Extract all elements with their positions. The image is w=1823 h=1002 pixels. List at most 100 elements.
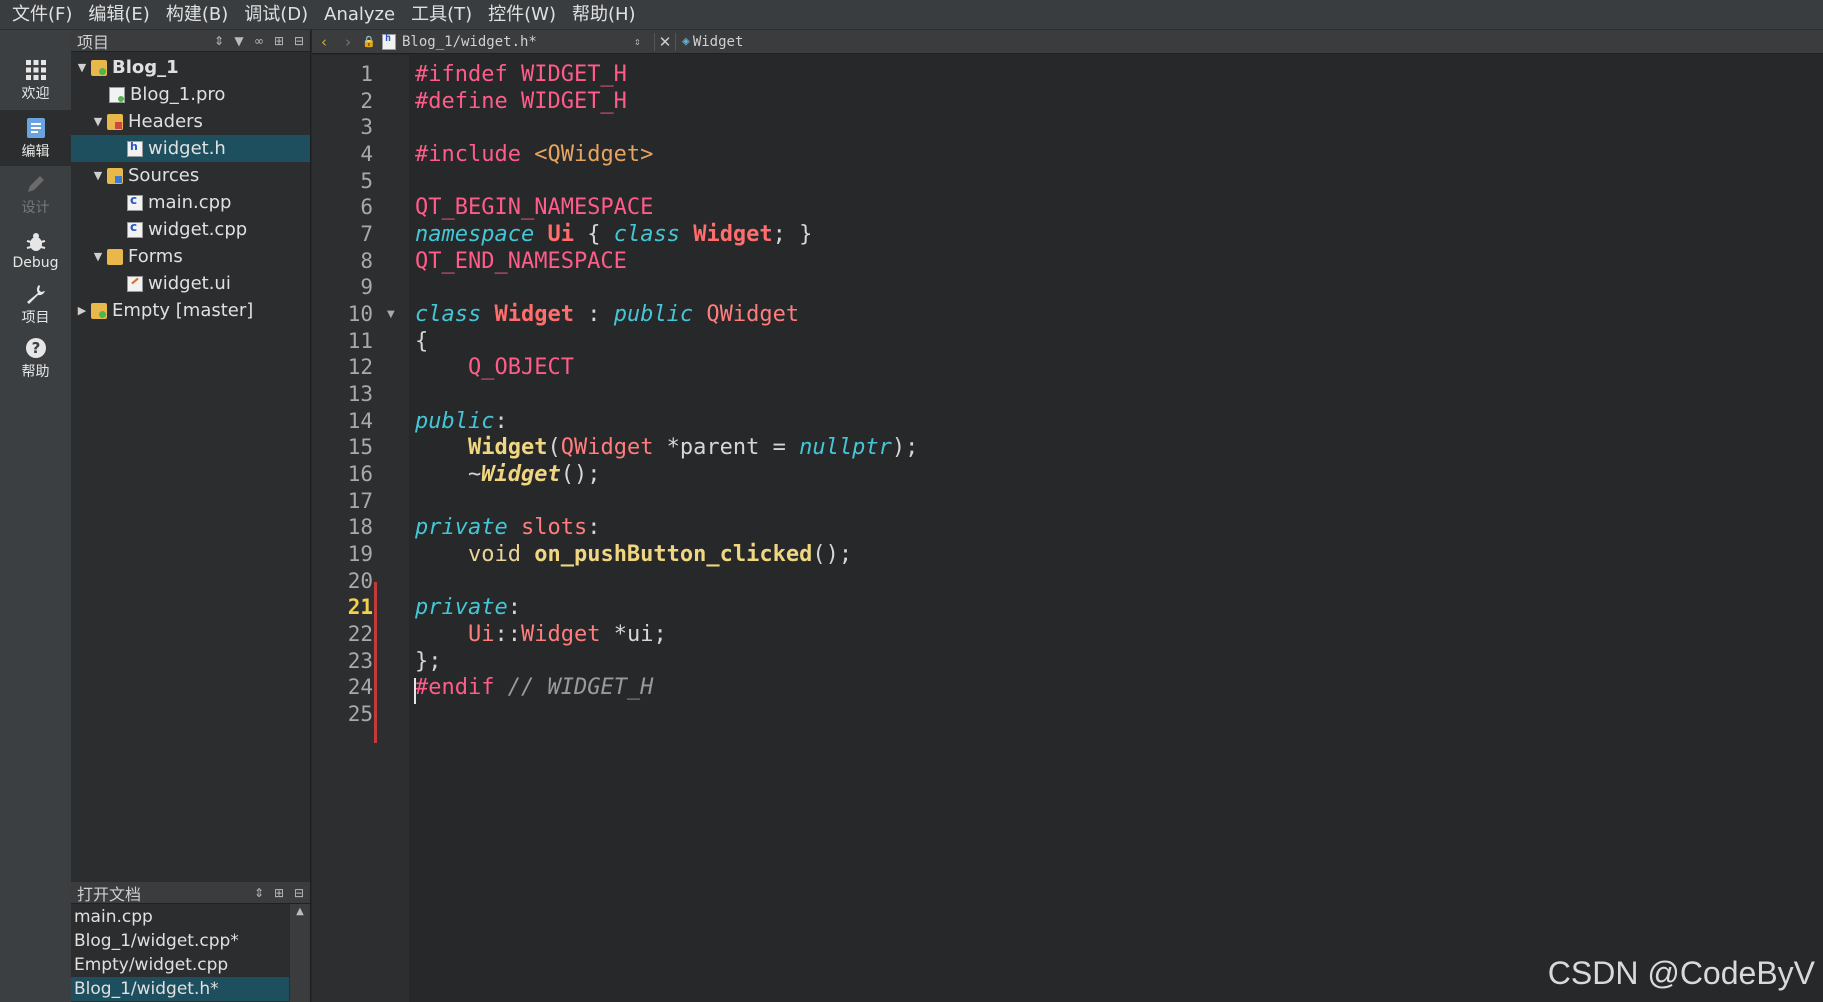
code-line-22: Ui::Widget *ui; bbox=[415, 619, 667, 650]
split-icon[interactable]: ⊞ bbox=[272, 886, 286, 900]
open-documents-header: 打开文档 ⇕ ⊞ ⊟ bbox=[71, 882, 310, 904]
token: void bbox=[467, 542, 521, 567]
cpp-file-icon bbox=[127, 220, 143, 238]
close-document-icon[interactable]: ✕ bbox=[654, 32, 676, 51]
tree-item-label: Headers bbox=[128, 111, 203, 132]
tree-item-forms[interactable]: ▼ Forms bbox=[71, 243, 310, 270]
tree-item-blog1[interactable]: ▼ Blog_1 bbox=[71, 54, 310, 81]
symbol-selector[interactable]: ◈ Widget bbox=[676, 34, 743, 50]
tree-item-headers[interactable]: ▼ Headers bbox=[71, 108, 310, 135]
expanded-arrow-icon[interactable]: ▼ bbox=[91, 169, 105, 182]
code-line-8: QT_END_NAMESPACE bbox=[415, 246, 627, 277]
expanded-arrow-icon[interactable]: ▼ bbox=[91, 250, 105, 263]
updown-icon: ⇕ bbox=[634, 35, 641, 48]
line-number: 25 bbox=[347, 702, 373, 726]
menu-bar: 文件(F) 编辑(E) 构建(B) 调试(D) Analyze 工具(T) 控件… bbox=[0, 0, 1823, 30]
tree-item-label: widget.h bbox=[148, 138, 226, 159]
view-select-updown-icon[interactable]: ⇕ bbox=[212, 34, 226, 48]
wrench-icon bbox=[24, 282, 48, 306]
code-line-16: ~Widget(); bbox=[415, 459, 601, 490]
menu-debug[interactable]: 调试(D) bbox=[236, 0, 316, 30]
forward-arrow-icon[interactable]: › bbox=[336, 33, 360, 51]
mode-debug-button[interactable]: Debug bbox=[0, 222, 71, 278]
view-select-updown-icon[interactable]: ⇕ bbox=[252, 886, 266, 900]
menu-help[interactable]: 帮助(H) bbox=[564, 0, 644, 30]
scroll-up-icon[interactable]: ▲ bbox=[290, 904, 310, 920]
forms-folder-icon bbox=[107, 248, 123, 265]
tree-item-label: Forms bbox=[128, 246, 183, 267]
link-icon[interactable]: ∞ bbox=[252, 34, 266, 48]
mode-design-button[interactable]: 设计 bbox=[0, 166, 71, 222]
bug-icon bbox=[24, 230, 48, 254]
mode-label: 帮助 bbox=[21, 363, 50, 380]
open-doc-item[interactable]: Blog_1/widget.cpp* bbox=[71, 929, 289, 953]
headers-folder-icon bbox=[107, 113, 123, 130]
token: }; bbox=[415, 649, 442, 674]
token: WIDGET_H bbox=[507, 89, 627, 114]
tree-item-label: Empty [master] bbox=[112, 300, 254, 321]
tree-item-widget-cpp[interactable]: widget.cpp bbox=[71, 216, 310, 243]
split-icon[interactable]: ⊞ bbox=[272, 34, 286, 48]
code-line-4: #include <QWidget> bbox=[415, 139, 653, 170]
collapsed-arrow-icon[interactable]: ▶ bbox=[75, 304, 89, 317]
open-docs-scrollbar[interactable]: ▲ bbox=[290, 904, 310, 1002]
sources-folder-icon bbox=[107, 167, 123, 184]
code-line-19: void on_pushButton_clicked(); bbox=[415, 539, 852, 570]
token: Widget bbox=[481, 302, 574, 327]
line-number-gutter[interactable]: 1 2 3 4 5 6 7 8 9 10 ▼ 11 12 13 14 15 16… bbox=[312, 55, 409, 1002]
cpp-file-icon bbox=[127, 193, 143, 211]
pro-file-icon bbox=[109, 86, 125, 103]
help-icon: ? bbox=[24, 336, 48, 360]
tree-item-label: Blog_1.pro bbox=[130, 84, 226, 105]
menu-controls[interactable]: 控件(W) bbox=[480, 0, 564, 30]
token: : bbox=[494, 409, 508, 434]
expanded-arrow-icon[interactable]: ▼ bbox=[91, 115, 105, 128]
tree-item-sources[interactable]: ▼ Sources bbox=[71, 162, 310, 189]
back-arrow-icon[interactable]: ‹ bbox=[312, 33, 336, 51]
mode-help-button[interactable]: ? 帮助 bbox=[0, 330, 71, 386]
open-doc-item[interactable]: Empty/widget.cpp bbox=[71, 953, 289, 977]
tree-item-widget-h[interactable]: widget.h bbox=[71, 135, 310, 162]
lock-icon[interactable]: 🔒 bbox=[360, 35, 378, 48]
editor-toolbar: ‹ › 🔒 Blog_1/widget.h* ⇕ ✕ ◈ Widget bbox=[312, 30, 1823, 54]
fold-marker-icon[interactable]: ▼ bbox=[387, 309, 395, 320]
close-pane-icon[interactable]: ⊟ bbox=[292, 34, 306, 48]
open-doc-item[interactable]: main.cpp bbox=[71, 905, 289, 929]
document-selector[interactable]: Blog_1/widget.h* ⇕ bbox=[378, 33, 648, 50]
expanded-arrow-icon[interactable]: ▼ bbox=[75, 61, 89, 74]
tree-item-empty-project[interactable]: ▶ Empty [master] bbox=[71, 297, 310, 324]
menu-edit[interactable]: 编辑(E) bbox=[80, 0, 157, 30]
modified-lines-marker bbox=[374, 582, 377, 743]
mode-edit-button[interactable]: 编辑 bbox=[0, 110, 71, 166]
menu-build[interactable]: 构建(B) bbox=[158, 0, 236, 30]
code-line-2: #define WIDGET_H bbox=[415, 86, 627, 117]
token: ( bbox=[547, 435, 561, 460]
close-pane-icon[interactable]: ⊟ bbox=[292, 886, 306, 900]
code-line-10: class Widget : public QWidget bbox=[415, 299, 799, 330]
token: nullptr bbox=[799, 435, 892, 460]
tree-item-main-cpp[interactable]: main.cpp bbox=[71, 189, 310, 216]
token: ~ bbox=[415, 462, 482, 487]
token: private bbox=[415, 515, 508, 540]
token: <QWidget> bbox=[520, 142, 654, 167]
tree-item-widget-ui[interactable]: widget.ui bbox=[71, 270, 310, 297]
mode-welcome-button[interactable]: 欢迎 bbox=[0, 52, 71, 108]
symbol-selector-label: Widget bbox=[692, 33, 744, 50]
code-line-24: #endif // WIDGET_H bbox=[415, 672, 653, 703]
menu-analyze[interactable]: Analyze bbox=[316, 0, 403, 30]
mode-project-button[interactable]: 项目 bbox=[0, 276, 71, 332]
menu-tools[interactable]: 工具(T) bbox=[403, 0, 480, 30]
token: // WIDGET_H bbox=[494, 675, 654, 700]
filter-icon[interactable]: ▼ bbox=[232, 34, 246, 48]
menu-file[interactable]: 文件(F) bbox=[4, 0, 80, 30]
tree-item-pro-file[interactable]: Blog_1.pro bbox=[71, 81, 310, 108]
document-selector-label: Blog_1/widget.h* bbox=[402, 33, 537, 50]
mode-label: 编辑 bbox=[21, 143, 50, 160]
token: *parent = bbox=[653, 435, 800, 460]
token: (); bbox=[560, 462, 601, 487]
token: #define bbox=[415, 89, 508, 114]
token: :: bbox=[494, 622, 521, 647]
open-doc-item-selected[interactable]: Blog_1/widget.h* bbox=[71, 977, 289, 1001]
